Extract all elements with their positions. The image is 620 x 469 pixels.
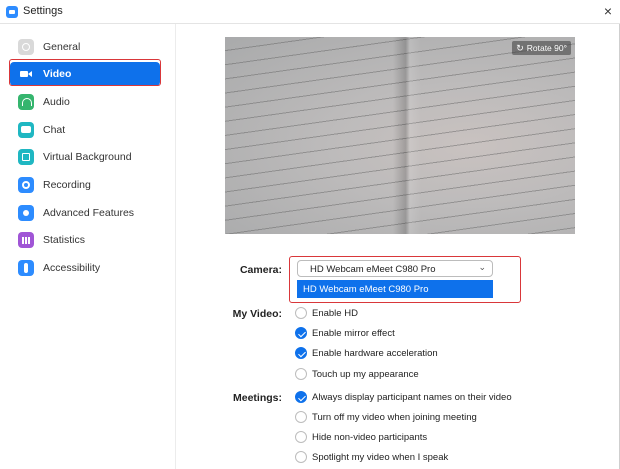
meetings-label: Meetings: [232,392,282,404]
headphones-icon [18,94,34,110]
option-label: Turn off my video when joining meeting [312,412,477,423]
sidebar-item-label: Audio [43,96,70,108]
bar-chart-icon [18,232,34,248]
zoom-app-icon [6,6,18,18]
my-video-label: My Video: [232,308,282,320]
checkbox[interactable] [295,347,307,359]
checkbox[interactable] [295,451,307,463]
window-title: Settings [23,5,63,17]
sidebar-item-virtual-background[interactable]: Virtual Background [10,145,160,169]
checkbox[interactable] [295,391,307,403]
accessibility-icon [18,260,34,276]
gear-icon [18,39,34,55]
chat-bubble-icon [18,122,34,138]
sidebar-item-label: Virtual Background [43,151,132,163]
sidebar-item-label: General [43,41,81,53]
preview-shading [393,37,421,234]
sidebar-item-label: Accessibility [43,262,101,274]
option-label: Enable hardware acceleration [312,348,438,359]
option-label: Enable HD [312,308,358,319]
close-icon[interactable]: × [600,3,616,19]
sidebar-item-general[interactable]: General [10,35,160,59]
settings-sidebar: General Video Audio Chat Virtual Backgro… [0,24,176,469]
option-label: Always display participant names on thei… [312,392,512,403]
option-label: Hide non-video participants [312,432,428,443]
rotate-icon: ↻ [516,43,524,53]
sidebar-item-chat[interactable]: Chat [10,118,160,142]
sidebar-item-recording[interactable]: Recording [10,173,160,197]
title-bar: Settings × [0,0,620,24]
sidebar-item-advanced-features[interactable]: Advanced Features [10,201,160,225]
sidebar-item-label: Recording [43,179,91,191]
video-highlight-box [9,59,161,86]
checkbox[interactable] [295,411,307,423]
sidebar-item-label: Chat [43,124,66,136]
checkbox[interactable] [295,307,307,319]
camera-label: Camera: [239,264,282,276]
sparkle-icon [18,205,34,221]
option-label: Enable mirror effect [312,328,395,339]
sidebar-item-label: Advanced Features [43,207,135,219]
checkbox[interactable] [295,368,307,380]
record-icon [18,177,34,193]
person-frame-icon [18,149,34,165]
rotate-label: Rotate 90° [526,43,567,53]
sidebar-item-audio[interactable]: Audio [10,90,160,114]
camera-preview: ↻ Rotate 90° [225,37,575,234]
checkbox[interactable] [295,327,307,339]
rotate-button[interactable]: ↻ Rotate 90° [512,41,571,55]
sidebar-item-statistics[interactable]: Statistics [10,228,160,252]
sidebar-item-label: Statistics [43,234,86,246]
option-label: Spotlight my video when I speak [312,452,449,463]
camera-highlight-box [289,256,521,303]
option-label: Touch up my appearance [312,369,419,380]
sidebar-item-accessibility[interactable]: Accessibility [10,256,160,280]
checkbox[interactable] [295,431,307,443]
